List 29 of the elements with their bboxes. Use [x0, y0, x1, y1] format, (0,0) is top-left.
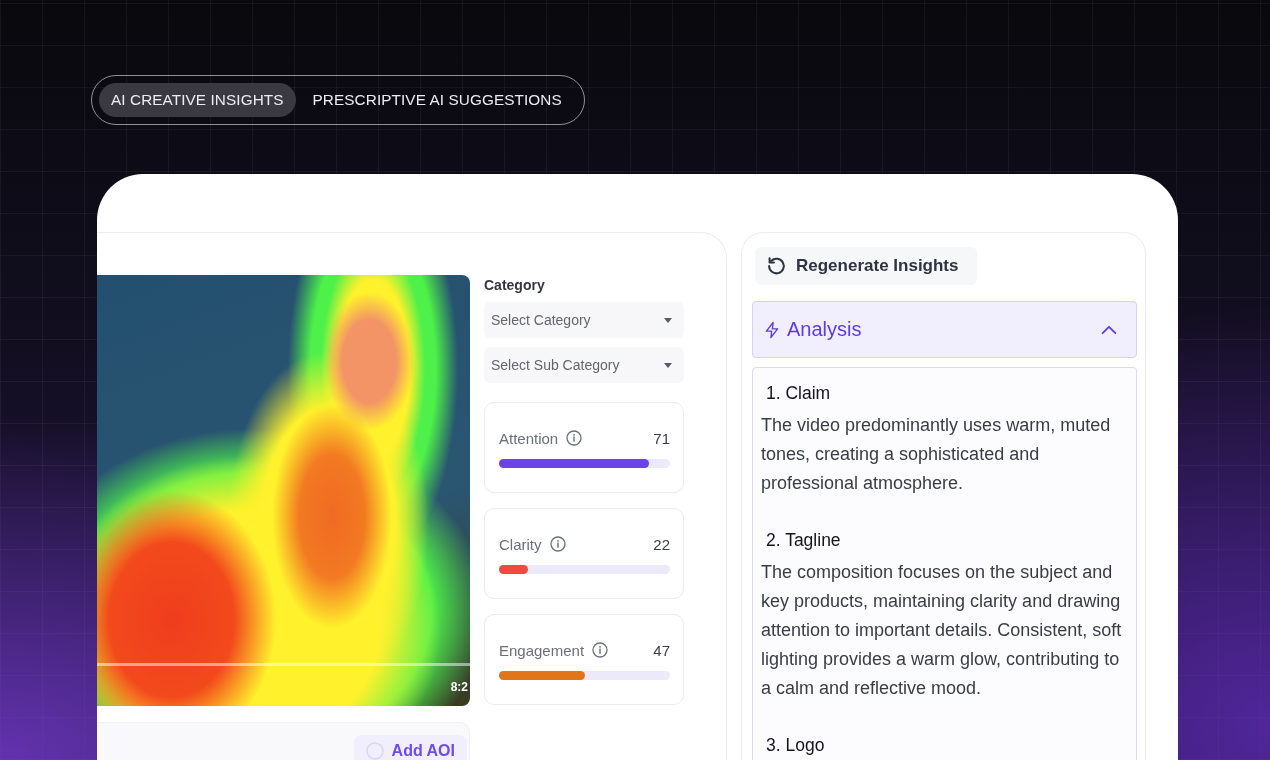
- info-icon[interactable]: [592, 642, 609, 658]
- caret-icon: [664, 317, 672, 323]
- metric-label: Engagement: [499, 641, 585, 659]
- tab[interactable]: PRESCRIPTIVE AI SUGGESTIONS: [300, 83, 574, 117]
- regenerate-button[interactable]: Regenerate Insights: [755, 247, 977, 285]
- metric-value: 22: [653, 535, 670, 553]
- metric-label: Attention: [499, 429, 559, 447]
- info-icon[interactable]: [549, 536, 566, 552]
- category-dropdown[interactable]: Select Category: [484, 302, 684, 338]
- lightning-icon: [763, 320, 781, 339]
- metric-value: 71: [653, 429, 670, 447]
- accordion-header[interactable]: Analysis: [752, 301, 1137, 358]
- insight-text: The video predominantly uses warm, muted tones, creating a sophisticated and professional atmosphere.: [761, 414, 1112, 495]
- chevron-up-icon: [1101, 324, 1117, 335]
- tab[interactable]: AI CREATIVE INSIGHTS: [99, 83, 296, 117]
- insight-heading: 2. Tagline: [765, 529, 842, 552]
- info-icon[interactable]: [566, 430, 583, 446]
- category-dropdown[interactable]: Select Sub Category: [484, 347, 684, 383]
- insight-heading: 1. Claim: [765, 382, 832, 405]
- circle-icon: [365, 742, 384, 760]
- insight-heading: 3. Logo: [765, 734, 826, 757]
- insight-text: The composition focuses on the subject and key products, maintaining clarity and drawing attention to important details. Consistent, soft lighting provides a warm glow, contributing to a calm and reflective mood.: [761, 561, 1123, 700]
- metric-value: 47: [653, 641, 670, 659]
- caret-icon: [664, 362, 672, 368]
- refresh-icon: [765, 255, 787, 277]
- video-timestamp: 8:2: [450, 680, 468, 694]
- add-aoi-button[interactable]: Add AOI: [353, 735, 467, 760]
- metric-label: Clarity: [499, 535, 542, 553]
- category-label: Category: [484, 276, 546, 295]
